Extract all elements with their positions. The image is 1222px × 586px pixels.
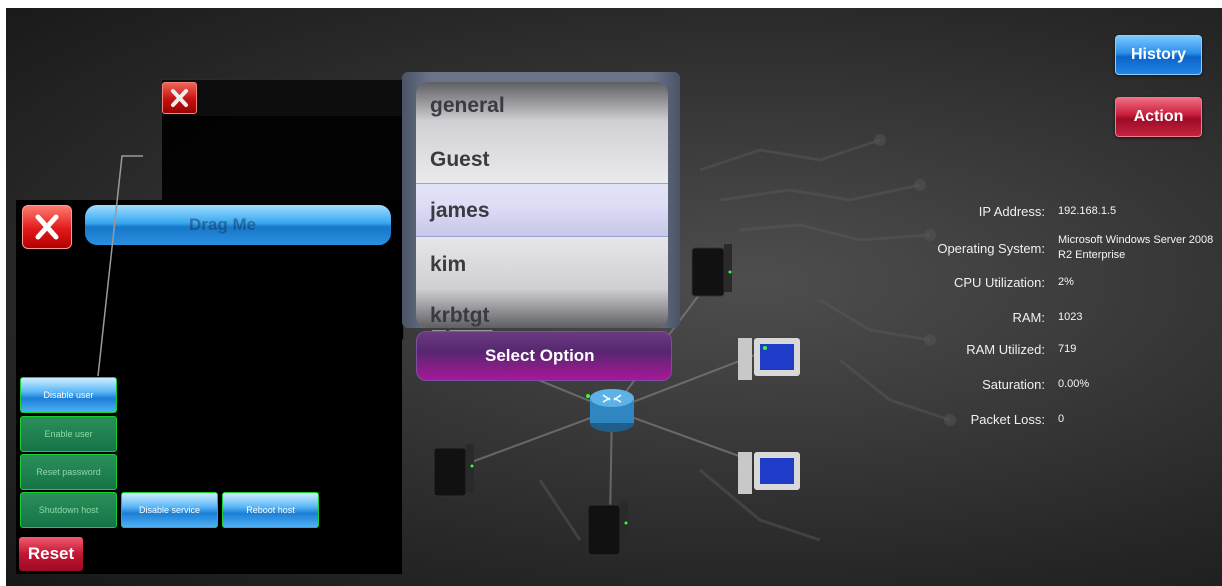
select-option-label: Select Option	[485, 346, 595, 365]
shutdown-host-button[interactable]: Shutdown host	[20, 492, 117, 528]
picker-wheel[interactable]: general Guest james kim krbtgt	[416, 82, 668, 328]
reset-button[interactable]: Reset	[19, 537, 83, 571]
picker-item[interactable]: kim	[430, 253, 466, 277]
drag-handle[interactable]: Drag Me	[85, 205, 391, 245]
disable-user-button[interactable]: Disable user	[20, 377, 117, 413]
server-icon[interactable]	[691, 244, 732, 297]
server-icon[interactable]	[587, 501, 628, 556]
reset-password-button[interactable]: Reset password	[20, 454, 117, 490]
server-icon[interactable]	[433, 444, 474, 497]
cpu-value: 2%	[1058, 276, 1074, 288]
drag-handle-label: Drag Me	[189, 215, 257, 234]
background-dialog-header	[162, 80, 403, 116]
ip-address-value: 192.168.1.5	[1058, 205, 1117, 217]
select-option-button[interactable]: Select Option	[416, 331, 672, 381]
packet-loss-value: 0	[1058, 413, 1065, 425]
close-icon	[35, 214, 59, 240]
saturation-label: Saturation:	[982, 377, 1045, 392]
enable-user-button[interactable]: Enable user	[20, 416, 117, 452]
ram-utilized-label: RAM Utilized:	[966, 342, 1045, 357]
ram-label: RAM:	[1012, 310, 1046, 325]
cpu-label: CPU Utilization:	[953, 275, 1045, 290]
packet-loss-label: Packet Loss:	[970, 412, 1045, 427]
close-icon	[171, 89, 188, 107]
saturation-value: 0.00%	[1058, 378, 1090, 390]
action-button[interactable]: Action	[1115, 97, 1202, 137]
disable-service-button[interactable]: Disable service	[121, 492, 218, 528]
os-label: Operating System:	[937, 241, 1045, 256]
ram-utilized-value: 719	[1058, 343, 1077, 355]
workstation-icon[interactable]	[738, 452, 800, 494]
picker-item[interactable]: krbtgt	[430, 304, 490, 328]
picker-item[interactable]: Guest	[430, 148, 490, 172]
picker-item-selected[interactable]: james	[430, 199, 490, 223]
action-dialog: Drag Me Disable user Enable user Reset p…	[16, 200, 402, 574]
ram-value: 1023	[1058, 311, 1083, 323]
workstation-icon[interactable]	[738, 338, 800, 380]
ip-address-label: IP Address:	[978, 204, 1045, 219]
close-button[interactable]	[162, 82, 197, 114]
close-button[interactable]	[22, 205, 72, 249]
os-value: Microsoft Windows Server 2008 R2 Enterpr…	[1058, 234, 1214, 261]
history-button[interactable]: History	[1115, 35, 1202, 75]
picker-item[interactable]: general	[430, 94, 505, 118]
reboot-host-button[interactable]: Reboot host	[222, 492, 319, 528]
router-icon[interactable]	[586, 389, 634, 432]
user-picker: general Guest james kim krbtgt	[402, 72, 680, 328]
